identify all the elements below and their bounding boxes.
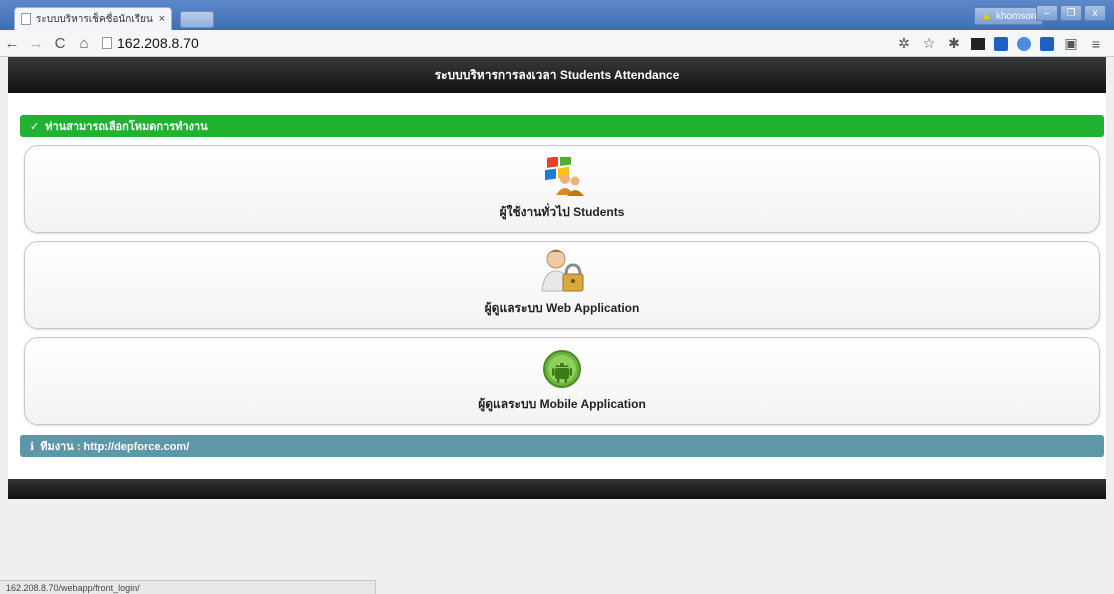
page-viewport: ระบบบริหารการลงเวลา Students Attendance … — [0, 57, 1114, 594]
main-content: ✓ ท่านสามารถเลือกโหมดการทำงาน ผู้ใช้งานท… — [8, 93, 1106, 479]
team-banner: ℹ ทีมงาน : http://depforce.com/ — [20, 435, 1104, 457]
circle-extension-icon[interactable] — [1017, 36, 1031, 51]
windows-users-icon — [545, 157, 584, 196]
warning-icon: ▲ — [981, 10, 992, 22]
download-extension-icon-2[interactable] — [1040, 36, 1054, 51]
translate-icon[interactable]: ✲ — [896, 35, 912, 52]
menu-icon[interactable]: ≡ — [1088, 36, 1104, 52]
tab-close-icon[interactable]: × — [159, 13, 165, 25]
browser-tab[interactable]: ระบบบริหารเช็คชื่อนักเรียน Stu × — [14, 7, 172, 30]
extension-icons: ✲ ☆ ✱ ▣ ≡ — [896, 35, 1104, 52]
bookmark-star-icon[interactable]: ☆ — [921, 35, 937, 52]
team-text: ทีมงาน : http://depforce.com/ — [40, 441, 190, 453]
ghost-extension-icon[interactable]: ▣ — [1063, 35, 1079, 52]
url-text[interactable]: 162.208.8.70 — [117, 35, 199, 51]
profile-button[interactable]: ▲ khomson — [974, 7, 1044, 25]
new-tab-button[interactable] — [180, 11, 214, 28]
header-title: ระบบบริหารการลงเวลา Students Attendance — [434, 67, 680, 82]
select-mode-banner: ✓ ท่านสามารถเลือกโหมดการทำงาน — [20, 115, 1104, 137]
mobile-admin-mode-button[interactable]: ผู้ดูแลระบบ Mobile Application — [24, 337, 1100, 425]
tab-title: ระบบบริหารเช็คชื่อนักเรียน Stu — [36, 13, 154, 25]
status-url: 162.208.8.70/webapp/front_login/ — [6, 582, 140, 593]
user-lock-icon — [541, 249, 584, 292]
students-label: ผู้ใช้งานทั่วไป Students — [499, 205, 625, 219]
page-footer — [8, 479, 1106, 499]
web-admin-mode-button[interactable]: ผู้ดูแลระบบ Web Application — [24, 241, 1100, 329]
students-mode-button[interactable]: ผู้ใช้งานทั่วไป Students — [24, 145, 1100, 233]
page-icon — [21, 13, 31, 25]
status-bar: 162.208.8.70/webapp/front_login/ — [0, 580, 376, 594]
address-bar[interactable]: 162.208.8.70 — [102, 35, 199, 51]
window-controls: – ❐ x — [1036, 5, 1106, 21]
mobile-admin-label: ผู้ดูแลระบบ Mobile Application — [478, 397, 646, 411]
forward-arrow-icon[interactable]: → — [24, 35, 48, 52]
info-icon: ℹ — [30, 440, 35, 453]
screen-extension-icon[interactable] — [971, 37, 985, 50]
minimize-button[interactable]: – — [1036, 5, 1058, 21]
web-admin-label: ผู้ดูแลระบบ Web Application — [484, 301, 640, 315]
check-icon: ✓ — [30, 120, 40, 133]
reload-icon[interactable]: C — [48, 35, 72, 52]
browser-toolbar: ← → C ⌂ 162.208.8.70 ✲ ☆ ✱ ▣ ≡ — [0, 30, 1114, 57]
page-icon — [102, 37, 112, 49]
profile-name: khomson — [995, 10, 1037, 22]
android-icon — [543, 350, 581, 388]
browser-titlebar: ระบบบริหารเช็คชื่อนักเรียน Stu × ▲ khoms… — [0, 0, 1114, 30]
maximize-button[interactable]: ❐ — [1060, 5, 1082, 21]
select-mode-text: ท่านสามารถเลือกโหมดการทำงาน — [45, 121, 208, 133]
close-window-button[interactable]: x — [1084, 5, 1106, 21]
back-arrow-icon[interactable]: ← — [0, 35, 24, 52]
home-icon[interactable]: ⌂ — [72, 35, 96, 52]
download-extension-icon[interactable] — [994, 36, 1008, 51]
sparkle-extension-icon[interactable]: ✱ — [946, 35, 962, 52]
page-header: ระบบบริหารการลงเวลา Students Attendance — [8, 57, 1106, 93]
